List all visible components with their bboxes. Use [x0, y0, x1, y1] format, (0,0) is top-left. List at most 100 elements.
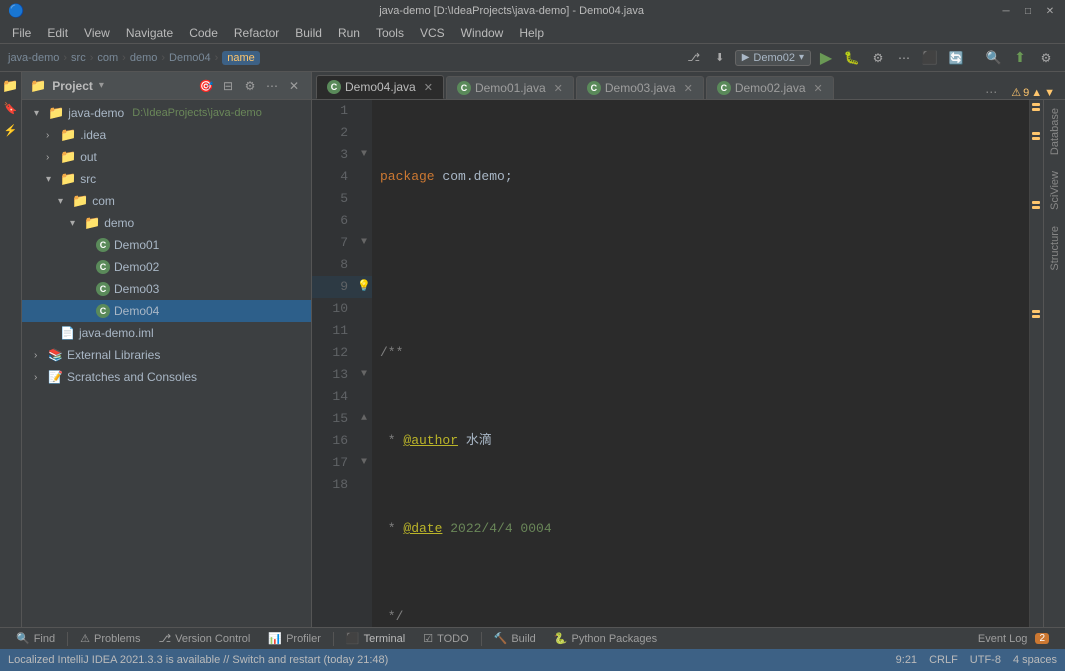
left-sidebar-icons: 📁 🔖 ⚡: [0, 72, 22, 627]
panel-gear-button[interactable]: ⋯: [263, 77, 281, 95]
git-update-icon[interactable]: ⬇: [709, 49, 731, 67]
menu-navigate[interactable]: Navigate: [118, 24, 181, 42]
warning-count[interactable]: ⚠ 9 ▲ ▼: [1005, 86, 1061, 99]
nav-com[interactable]: com: [97, 52, 118, 64]
todo-button[interactable]: ☑ TODO: [415, 629, 476, 649]
fold-13[interactable]: ▼: [356, 364, 372, 386]
tab-demo02-close[interactable]: ✕: [814, 82, 823, 95]
tab-demo01-close[interactable]: ✕: [554, 82, 563, 95]
collapse-all-button[interactable]: ⊟: [219, 77, 237, 95]
menu-help[interactable]: Help: [511, 24, 552, 42]
tree-iml[interactable]: 📄 java-demo.iml: [22, 322, 311, 344]
run-more-button[interactable]: ⋯: [893, 49, 915, 67]
run-debug-button[interactable]: 🐛: [841, 49, 863, 67]
minimize-button[interactable]: ─: [999, 4, 1013, 18]
terminal-label: Terminal: [364, 633, 406, 645]
find-button[interactable]: 🔍 Find: [8, 629, 63, 649]
tab-demo03[interactable]: C Demo03.java ✕: [576, 76, 704, 99]
tree-demo01[interactable]: C Demo01: [22, 234, 311, 256]
bookmarks-side-icon[interactable]: 🔖: [1, 98, 21, 118]
more-options-button[interactable]: ⚙: [1035, 49, 1057, 67]
tree-src[interactable]: ▾ 📁 src: [22, 168, 311, 190]
nav-field[interactable]: name: [222, 51, 260, 65]
tree-root[interactable]: ▾ 📁 java-demo D:\IdeaProjects\java-demo: [22, 102, 311, 124]
panel-hide-button[interactable]: ✕: [285, 77, 303, 95]
tree-demo02[interactable]: C Demo02: [22, 256, 311, 278]
main-layout: 📁 🔖 ⚡ 📁 Project ▾ 🎯 ⊟ ⚙ ⋯ ✕ ▾ 📁 java-dem…: [0, 72, 1065, 627]
gutter-line-3: 3 ▼: [312, 144, 372, 166]
terminal-button[interactable]: ⬛ Terminal: [338, 629, 413, 649]
profiler-button[interactable]: 📊 Profiler: [260, 629, 329, 649]
tree-ext-libs[interactable]: › 📚 External Libraries: [22, 344, 311, 366]
project-icon[interactable]: 📁: [1, 76, 21, 96]
tree-scratches[interactable]: › 📝 Scratches and Consoles: [22, 366, 311, 388]
tab-demo01[interactable]: C Demo01.java ✕: [446, 76, 574, 99]
structure-side-icon[interactable]: ⚡: [1, 120, 21, 140]
status-line-ending[interactable]: CRLF: [929, 654, 958, 666]
status-encoding[interactable]: UTF-8: [970, 654, 1001, 666]
tab-demo04-close[interactable]: ✕: [424, 81, 433, 94]
menu-build[interactable]: Build: [287, 24, 330, 42]
menu-code[interactable]: Code: [181, 24, 226, 42]
tab-demo02[interactable]: C Demo02.java ✕: [706, 76, 834, 99]
tree-demo03[interactable]: C Demo03: [22, 278, 311, 300]
close-button[interactable]: ✕: [1043, 4, 1057, 18]
menu-file[interactable]: File: [4, 24, 39, 42]
sep-1: [67, 632, 68, 646]
tree-com[interactable]: ▾ 📁 com: [22, 190, 311, 212]
status-indent[interactable]: 4 spaces: [1013, 654, 1057, 666]
panel-dropdown[interactable]: ▾: [99, 80, 104, 91]
nav-file[interactable]: Demo04: [169, 52, 211, 64]
run-stop-button[interactable]: ⬛: [919, 49, 941, 67]
database-tab[interactable]: Database: [1047, 100, 1063, 163]
code-editor[interactable]: package com.demo; /** * @author 水滴 * @da…: [372, 100, 1029, 627]
menu-view[interactable]: View: [76, 24, 118, 42]
status-position[interactable]: 9:21: [896, 654, 917, 666]
structure-tab[interactable]: Structure: [1047, 218, 1063, 279]
tab-more-button[interactable]: ⋯: [977, 85, 1005, 99]
run-coverage-button[interactable]: ⚙: [867, 49, 889, 67]
menu-window[interactable]: Window: [453, 24, 512, 42]
fold-15[interactable]: ▲: [356, 408, 372, 430]
tab-demo04[interactable]: C Demo04.java ✕: [316, 75, 444, 99]
fold-7[interactable]: ▼: [356, 232, 372, 254]
fold-3[interactable]: ▼: [356, 144, 372, 166]
bottom-toolbar: 🔍 Find ⚠ Problems ⎇ Version Control 📊 Pr…: [0, 627, 1065, 649]
event-log-button[interactable]: Event Log 2: [970, 629, 1057, 649]
tree-idea[interactable]: › 📁 .idea: [22, 124, 311, 146]
problems-button[interactable]: ⚠ Problems: [72, 629, 148, 649]
menu-vcs[interactable]: VCS: [412, 24, 453, 42]
warning-up: ▲: [1031, 87, 1042, 99]
menu-refactor[interactable]: Refactor: [226, 24, 287, 42]
menu-edit[interactable]: Edit: [39, 24, 76, 42]
search-button[interactable]: 🔍: [983, 49, 1005, 67]
version-control-button[interactable]: ⎇ Version Control: [150, 629, 258, 649]
git-icon[interactable]: ⎇: [683, 49, 705, 67]
terminal-icon: ⬛: [346, 632, 360, 645]
tree-demo04[interactable]: C Demo04: [22, 300, 311, 322]
nav-project[interactable]: java-demo: [8, 52, 59, 64]
profiler-label: Profiler: [286, 633, 321, 645]
locate-file-button[interactable]: 🎯: [197, 77, 215, 95]
nav-src[interactable]: src: [71, 52, 86, 64]
tree-out[interactable]: › 📁 out: [22, 146, 311, 168]
scroll-warn-3: [1032, 132, 1040, 135]
run-button[interactable]: ▶: [815, 49, 837, 67]
panel-actions: 🎯 ⊟ ⚙ ⋯ ✕: [197, 77, 303, 95]
update-button[interactable]: ⬆: [1009, 49, 1031, 67]
tree-demo[interactable]: ▾ 📁 demo: [22, 212, 311, 234]
nav-demo[interactable]: demo: [130, 52, 158, 64]
build-button[interactable]: 🔨 Build: [486, 629, 544, 649]
menu-run[interactable]: Run: [330, 24, 368, 42]
run-config-selector[interactable]: ▶ Demo02 ▾: [735, 50, 811, 66]
sciview-tab[interactable]: SciView: [1047, 163, 1063, 218]
tab-demo03-close[interactable]: ✕: [684, 82, 693, 95]
gutter-line-15: 15 ▲: [312, 408, 372, 430]
fold-17[interactable]: ▼: [356, 452, 372, 474]
maximize-button[interactable]: □: [1021, 4, 1035, 18]
menu-tools[interactable]: Tools: [368, 24, 412, 42]
panel-settings-button[interactable]: ⚙: [241, 77, 259, 95]
vertical-scrollbar[interactable]: [1029, 100, 1043, 627]
python-packages-button[interactable]: 🐍 Python Packages: [546, 629, 665, 649]
run-reload-button[interactable]: 🔄: [945, 49, 967, 67]
